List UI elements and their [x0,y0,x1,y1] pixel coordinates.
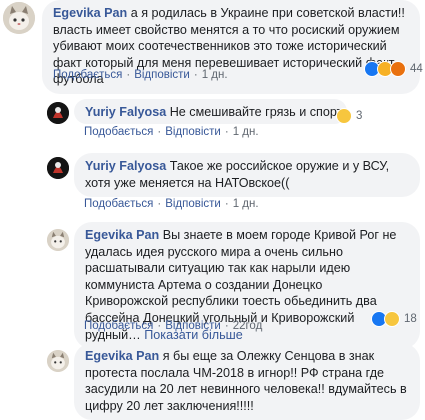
avatar[interactable] [47,229,69,251]
timestamp[interactable]: 1 дн. [233,198,259,210]
reply-link[interactable]: Відповісти [165,320,221,332]
reaction-summary[interactable]: 44 [364,61,423,77]
reaction-summary[interactable]: 18 [371,311,417,327]
reaction-count: 18 [404,313,417,325]
user-avatar-icon [47,102,69,124]
comment-bubble: Yuriy Falyosa Такое же российское оружие… [74,153,420,198]
timestamp[interactable]: 22год [233,320,263,332]
timestamp[interactable]: 1 дн. [233,126,259,138]
reaction-count: 44 [410,63,423,75]
comment-author[interactable]: Egevika Pan [53,6,127,20]
like-link[interactable]: Подобається [84,198,153,210]
comment-actions: Подобається · Відповісти · 1 дн. [84,198,259,210]
comment-bubble: Egevika Pan я бы еще за Олежку Сенцова в… [74,343,420,420]
cat-avatar-icon [47,229,69,251]
like-link[interactable]: Подобається [53,69,122,81]
reply-link[interactable]: Відповісти [134,69,190,81]
user-avatar-icon [47,157,69,179]
like-link[interactable]: Подобається [84,126,153,138]
timestamp[interactable]: 1 дн. [202,69,228,81]
comment-author[interactable]: Yuriy Falyosa [85,105,166,119]
reply-link[interactable]: Відповісти [165,126,221,138]
reaction-count: 3 [356,110,363,122]
comment-actions: Подобається · Відповісти · 1 дн. [84,126,259,138]
comment-text: Не смешивайте грязь и спорт [169,105,343,119]
avatar[interactable] [47,350,69,372]
like-link[interactable]: Подобається [84,320,153,332]
avatar[interactable] [47,102,69,124]
avatar[interactable] [3,2,35,34]
comment-bubble: Yuriy Falyosa Не смешивайте грязь и спор… [74,99,347,124]
reply-link[interactable]: Відповісти [165,198,221,210]
avatar[interactable] [47,157,69,179]
comment-author[interactable]: Egevika Pan [85,228,159,242]
comment-author[interactable]: Yuriy Falyosa [85,159,166,173]
angry-reaction-icon [390,61,406,77]
reaction-summary[interactable]: 3 [336,108,362,124]
haha-reaction-icon [384,311,400,327]
cat-avatar-icon [3,2,35,34]
comment-actions: Подобається · Відповісти · 22год [84,320,263,332]
comment-actions: Подобається · Відповісти · 1 дн. [53,69,228,81]
cat-avatar-icon [47,350,69,372]
haha-reaction-icon [336,108,352,124]
comment-author[interactable]: Egevika Pan [85,349,159,363]
